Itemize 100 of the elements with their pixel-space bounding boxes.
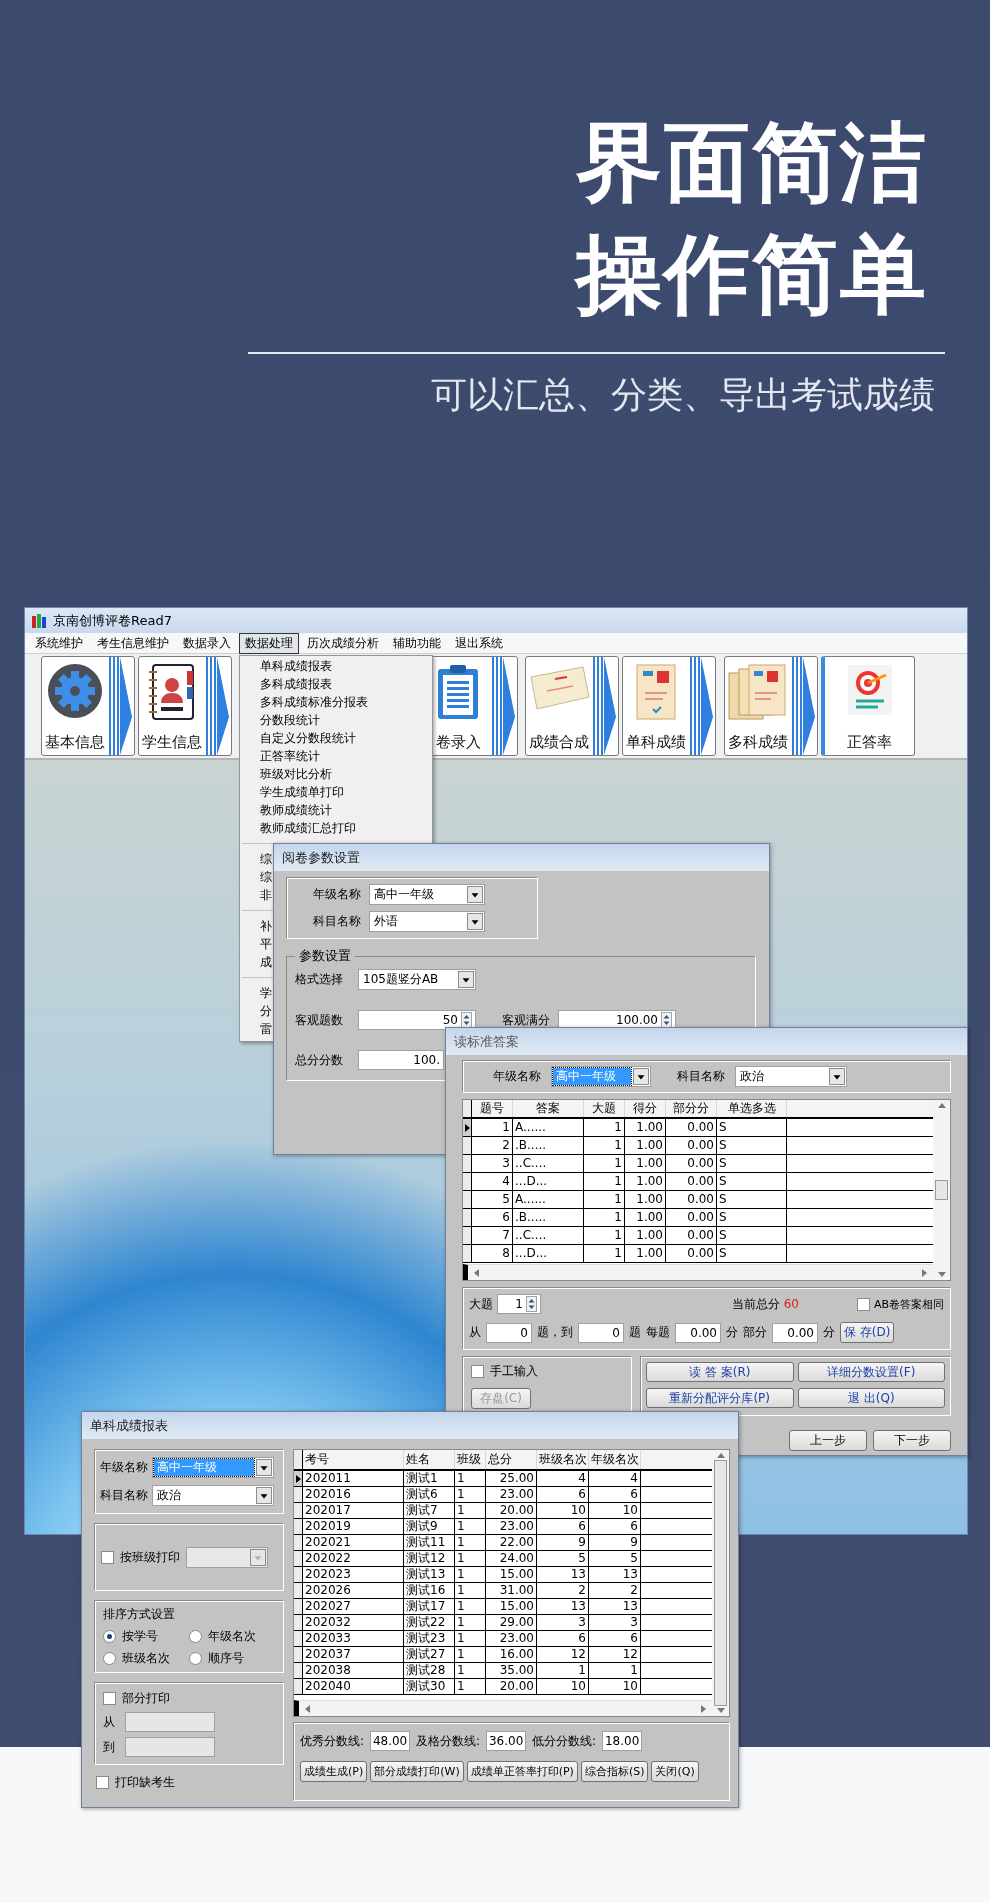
scroll-left-icon[interactable] bbox=[474, 1268, 479, 1277]
menu-entry[interactable]: 教师成绩汇总打印 bbox=[240, 819, 432, 837]
input-field[interactable]: 36.00 bbox=[486, 1731, 527, 1751]
vertical-scrollbar[interactable] bbox=[933, 1100, 950, 1280]
subject-dropdown[interactable]: 政治 bbox=[735, 1066, 847, 1087]
input-field[interactable]: 0.00 bbox=[675, 1322, 721, 1343]
action-button[interactable]: 退 出(Q) bbox=[797, 1388, 945, 1408]
menu-item[interactable]: 辅助功能 bbox=[387, 632, 447, 654]
radio-button[interactable] bbox=[189, 1630, 202, 1643]
horizontal-scrollbar[interactable] bbox=[294, 1700, 712, 1716]
number-field[interactable]: 1 bbox=[497, 1294, 541, 1314]
checkbox[interactable] bbox=[103, 1692, 116, 1705]
menu-entry[interactable]: 学生成绩单打印 bbox=[240, 783, 432, 801]
checkbox[interactable] bbox=[471, 1365, 484, 1378]
table-row[interactable]: 7 ..C.... 1 1.00 0.00 S bbox=[463, 1227, 933, 1245]
table-row[interactable]: 202037 测试27 1 16.00 12 12 bbox=[294, 1647, 712, 1663]
input-field[interactable]: 100. bbox=[358, 1050, 444, 1070]
scrollbar-thumb[interactable] bbox=[935, 1180, 948, 1200]
input-field[interactable]: 48.00 bbox=[370, 1731, 411, 1751]
table-row[interactable]: 3 ..C.... 1 1.00 0.00 S bbox=[463, 1155, 933, 1173]
number-field[interactable]: 50 bbox=[358, 1010, 476, 1030]
table-row[interactable]: 202017 测试7 1 20.00 10 10 bbox=[294, 1503, 712, 1519]
number-field[interactable]: 100.00 bbox=[558, 1010, 676, 1030]
checkbox[interactable] bbox=[101, 1550, 114, 1564]
toolbar-button[interactable]: 学生信息 bbox=[138, 656, 232, 756]
table-row[interactable]: 202021 测试11 1 22.00 9 9 bbox=[294, 1535, 712, 1551]
column-header[interactable]: 总分 bbox=[486, 1450, 537, 1469]
input-field[interactable]: 0.00 bbox=[772, 1322, 818, 1343]
table-row[interactable]: 202019 测试9 1 23.00 6 6 bbox=[294, 1519, 712, 1535]
subject-dropdown[interactable]: 政治 bbox=[152, 1485, 274, 1506]
save-button[interactable]: 保 存(D) bbox=[840, 1322, 895, 1343]
menu-item[interactable]: 数据录入 bbox=[177, 632, 237, 654]
vertical-scrollbar[interactable] bbox=[712, 1450, 729, 1716]
table-row[interactable]: 202033 测试23 1 23.00 6 6 bbox=[294, 1631, 712, 1647]
checkbox[interactable] bbox=[96, 1776, 109, 1789]
nav-button[interactable]: 下一步 bbox=[873, 1430, 951, 1451]
menu-item[interactable]: 考生信息维护 bbox=[91, 632, 175, 654]
scroll-down-icon[interactable] bbox=[937, 1272, 946, 1277]
menu-item[interactable]: 数据处理 bbox=[239, 632, 299, 654]
radio-button[interactable] bbox=[103, 1652, 116, 1665]
column-header[interactable]: 答案 bbox=[513, 1100, 584, 1117]
table-row[interactable]: 6 .B..... 1 1.00 0.00 S bbox=[463, 1209, 933, 1227]
scroll-left-icon[interactable] bbox=[305, 1704, 310, 1713]
scroll-up-icon[interactable] bbox=[716, 1453, 725, 1458]
action-button[interactable]: 详细分数设置(F) bbox=[797, 1362, 945, 1382]
column-header[interactable]: 姓名 bbox=[404, 1450, 455, 1469]
table-row[interactable]: 202026 测试16 1 31.00 2 2 bbox=[294, 1583, 712, 1599]
column-header[interactable]: 大题 bbox=[584, 1100, 625, 1117]
column-header[interactable]: 班级 bbox=[455, 1450, 486, 1469]
class-dropdown[interactable] bbox=[186, 1546, 268, 1568]
scroll-up-icon[interactable] bbox=[937, 1103, 946, 1108]
action-button[interactable]: 关闭(Q) bbox=[651, 1761, 699, 1782]
table-row[interactable]: 202038 测试28 1 35.00 1 1 bbox=[294, 1663, 712, 1679]
column-header[interactable]: 题号 bbox=[472, 1100, 513, 1117]
toolbar-button[interactable]: 成绩合成 bbox=[525, 656, 619, 756]
input-field[interactable]: 0 bbox=[486, 1322, 532, 1343]
action-button[interactable]: 成绩生成(P) bbox=[300, 1761, 368, 1782]
toolbar-button[interactable]: 基本信息 bbox=[41, 656, 135, 756]
format-dropdown[interactable]: 105题竖分AB bbox=[358, 969, 476, 990]
checkbox[interactable] bbox=[856, 1297, 870, 1311]
menu-item[interactable]: 系统维护 bbox=[29, 632, 89, 654]
horizontal-scrollbar[interactable] bbox=[463, 1264, 933, 1280]
grade-dropdown[interactable]: 高中一年级 bbox=[369, 884, 485, 905]
input-field[interactable] bbox=[125, 1737, 215, 1757]
scroll-right-icon[interactable] bbox=[922, 1268, 927, 1277]
scroll-down-icon[interactable] bbox=[716, 1708, 725, 1713]
radio-button[interactable] bbox=[103, 1630, 116, 1643]
action-button[interactable]: 读 答 案(R) bbox=[646, 1362, 794, 1382]
scrollbar-thumb[interactable] bbox=[714, 1460, 727, 1706]
input-field[interactable] bbox=[125, 1712, 215, 1732]
table-row[interactable]: 202022 测试12 1 24.00 5 5 bbox=[294, 1551, 712, 1567]
table-row[interactable]: 5 A...... 1 1.00 0.00 S bbox=[463, 1191, 933, 1209]
table-row[interactable]: 8 ...D... 1 1.00 0.00 S bbox=[463, 1245, 933, 1263]
table-row[interactable]: 202016 测试6 1 23.00 6 6 bbox=[294, 1487, 712, 1503]
menu-entry[interactable]: 教师成绩统计 bbox=[240, 801, 432, 819]
table-row[interactable]: 202032 测试22 1 29.00 3 3 bbox=[294, 1615, 712, 1631]
column-header[interactable]: 得分 bbox=[625, 1100, 666, 1117]
menu-item[interactable]: 退出系统 bbox=[449, 632, 509, 654]
column-header[interactable]: 年级名次 bbox=[589, 1450, 641, 1469]
menu-entry[interactable]: 班级对比分析 bbox=[240, 765, 432, 783]
column-header[interactable]: 考号 bbox=[303, 1450, 404, 1469]
table-row[interactable]: 1 A...... 1 1.00 0.00 S bbox=[463, 1119, 933, 1137]
action-button[interactable]: 部分成绩打印(W) bbox=[370, 1761, 464, 1782]
toolbar-button[interactable]: 多科成绩 bbox=[724, 656, 818, 756]
table-row[interactable]: 202011 测试1 1 25.00 4 4 bbox=[294, 1471, 712, 1487]
action-button[interactable]: 重新分配评分库(P) bbox=[646, 1388, 794, 1408]
column-header[interactable]: 单选多选 bbox=[717, 1100, 787, 1117]
toolbar-button[interactable]: 正答率 bbox=[821, 656, 915, 756]
table-row[interactable]: 2 .B..... 1 1.00 0.00 S bbox=[463, 1137, 933, 1155]
action-button[interactable]: 成绩单正答率打印(P) bbox=[466, 1761, 578, 1782]
table-row[interactable]: 4 ...D... 1 1.00 0.00 S bbox=[463, 1173, 933, 1191]
table-row[interactable]: 202023 测试13 1 15.00 13 13 bbox=[294, 1567, 712, 1583]
action-button[interactable]: 综合指标(S) bbox=[580, 1761, 649, 1782]
scroll-right-icon[interactable] bbox=[701, 1704, 706, 1713]
nav-button[interactable]: 上一步 bbox=[789, 1430, 867, 1451]
toolbar-button[interactable]: 单科成绩 bbox=[622, 656, 716, 756]
subject-dropdown[interactable]: 外语 bbox=[369, 911, 485, 932]
input-field[interactable]: 0 bbox=[578, 1322, 624, 1343]
input-field[interactable]: 18.00 bbox=[602, 1731, 643, 1751]
table-row[interactable]: 202027 测试17 1 15.00 13 13 bbox=[294, 1599, 712, 1615]
